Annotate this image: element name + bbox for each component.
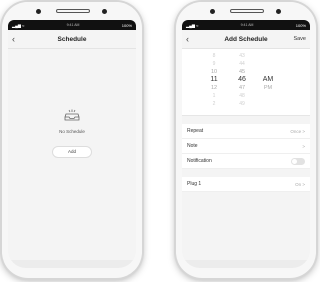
minute-option[interactable]: 44 bbox=[232, 60, 252, 68]
status-battery: 100% bbox=[295, 22, 306, 28]
phone-left: ▂▄▆ ≈ 9:41 AM 100% ‹ Schedule No Schedul… bbox=[2, 2, 142, 278]
notification-toggle[interactable] bbox=[291, 157, 305, 165]
status-bar: ▂▄▆ ≈ 9:41 AM 100% bbox=[182, 20, 310, 30]
speaker-grille bbox=[230, 9, 264, 13]
ampm-wheel[interactable]: AM PM bbox=[260, 52, 276, 92]
signal-wifi-icon: ▂▄▆ ≈ bbox=[12, 22, 25, 28]
phone-top-bezel bbox=[2, 2, 142, 18]
camera-icon bbox=[36, 9, 41, 14]
add-schedule-screen: ▂▄▆ ≈ 9:41 AM 100% ‹ Add Schedule Save 8… bbox=[182, 20, 310, 268]
plug-row[interactable]: Plug 1 On > bbox=[182, 177, 310, 192]
hour-option[interactable]: 8 bbox=[204, 52, 224, 60]
nav-bar: ‹ Schedule bbox=[8, 30, 136, 49]
bottom-bar bbox=[182, 260, 310, 268]
signal-wifi-icon: ▂▄▆ ≈ bbox=[186, 22, 199, 28]
phone-top-bezel bbox=[176, 2, 316, 18]
page-title: Schedule bbox=[57, 35, 87, 43]
repeat-label: Repeat bbox=[187, 128, 204, 134]
sensor-icon bbox=[102, 9, 107, 14]
minute-option[interactable]: 43 bbox=[232, 52, 252, 60]
hour-option[interactable]: 12 bbox=[204, 84, 224, 92]
status-battery: 100% bbox=[121, 22, 132, 28]
sensor-icon bbox=[276, 9, 281, 14]
ampm-selected[interactable]: AM bbox=[260, 76, 276, 84]
plug-label: Plug 1 bbox=[187, 181, 202, 187]
status-time: 9:41 AM bbox=[240, 23, 254, 27]
page-title: Add Schedule bbox=[224, 35, 268, 43]
status-bar: ▂▄▆ ≈ 9:41 AM 100% bbox=[8, 20, 136, 30]
minute-option[interactable]: 49 bbox=[232, 100, 252, 108]
hour-wheel[interactable]: 8 9 10 11 12 1 2 bbox=[204, 52, 224, 108]
hour-option[interactable]: 10 bbox=[204, 68, 224, 76]
notification-row: Notification bbox=[182, 154, 310, 169]
notification-label: Notification bbox=[187, 158, 212, 164]
minute-option[interactable]: 45 bbox=[232, 68, 252, 76]
repeat-value: Once > bbox=[290, 128, 305, 134]
note-row[interactable]: Note > bbox=[182, 139, 310, 154]
plug-value: On > bbox=[295, 181, 305, 187]
hour-option[interactable]: 1 bbox=[204, 92, 224, 100]
empty-state: No Schedule Add bbox=[8, 108, 136, 158]
chevron-left-icon[interactable]: ‹ bbox=[12, 34, 28, 44]
nav-bar: ‹ Add Schedule Save bbox=[182, 30, 310, 49]
empty-tray-icon bbox=[64, 109, 80, 121]
bottom-bar bbox=[8, 260, 136, 268]
ampm-option[interactable]: PM bbox=[260, 84, 276, 92]
hour-selected[interactable]: 11 bbox=[204, 76, 224, 84]
save-button[interactable]: Save bbox=[290, 36, 306, 42]
time-picker[interactable]: 8 9 10 11 12 1 2 43 44 45 46 47 48 49 AM… bbox=[182, 49, 310, 116]
chevron-right-icon: > bbox=[302, 143, 305, 149]
minute-option[interactable]: 48 bbox=[232, 92, 252, 100]
hour-option[interactable]: 9 bbox=[204, 60, 224, 68]
repeat-row[interactable]: Repeat Once > bbox=[182, 124, 310, 139]
status-time: 9:41 AM bbox=[66, 23, 80, 27]
minute-selected[interactable]: 46 bbox=[232, 76, 252, 84]
speaker-grille bbox=[56, 9, 90, 13]
hour-option[interactable]: 2 bbox=[204, 100, 224, 108]
phone-right: ▂▄▆ ≈ 9:41 AM 100% ‹ Add Schedule Save 8… bbox=[176, 2, 316, 278]
schedule-screen: ▂▄▆ ≈ 9:41 AM 100% ‹ Schedule No Schedul… bbox=[8, 20, 136, 268]
chevron-left-icon[interactable]: ‹ bbox=[186, 34, 202, 44]
note-label: Note bbox=[187, 143, 198, 149]
minute-option[interactable]: 47 bbox=[232, 84, 252, 92]
empty-text: No Schedule bbox=[59, 129, 85, 134]
minute-wheel[interactable]: 43 44 45 46 47 48 49 bbox=[232, 52, 252, 108]
add-button[interactable]: Add bbox=[52, 146, 92, 158]
camera-icon bbox=[210, 9, 215, 14]
